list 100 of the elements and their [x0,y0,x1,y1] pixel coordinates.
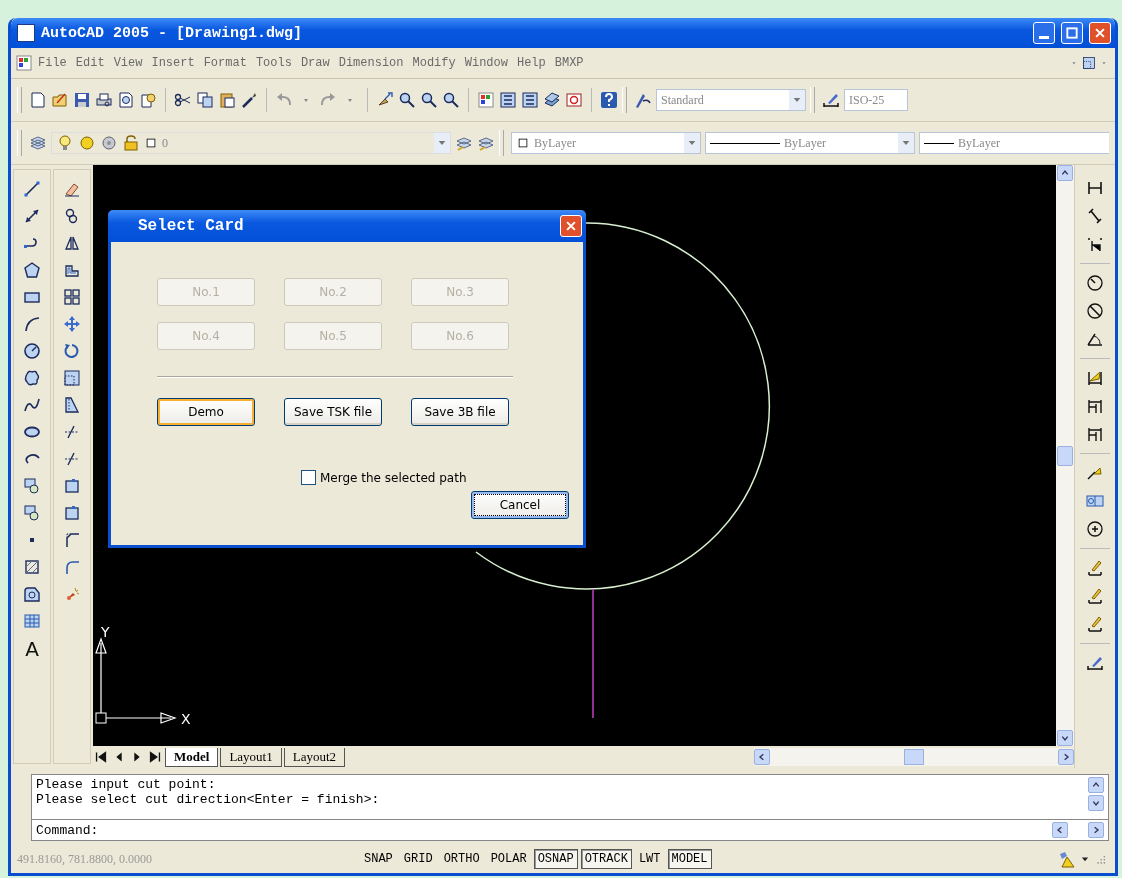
linear-dimension-icon[interactable] [1086,179,1104,197]
markup-icon[interactable] [565,91,583,109]
cloud-icon[interactable] [23,369,41,387]
zoom-icon[interactable] [398,91,416,109]
vertical-scrollbar[interactable] [1056,165,1074,746]
layers-icon[interactable] [29,134,47,152]
minimize-button[interactable] [1033,22,1055,44]
zoom-icon[interactable] [442,91,460,109]
new-file-icon[interactable] [29,91,47,109]
layout-tab[interactable]: Layout2 [283,747,346,767]
array-icon[interactable] [63,288,81,306]
grid-panel-icon[interactable] [499,91,517,109]
command-hscrollbar[interactable] [1052,822,1104,838]
status-toggle[interactable]: OSNAP [533,849,578,869]
printer-icon[interactable] [95,91,113,109]
line-icon[interactable] [23,180,41,198]
menu-item[interactable]: Tools [251,54,296,72]
command-prompt[interactable]: Command: [36,822,99,838]
brush-icon[interactable] [240,91,258,109]
fillet-icon[interactable] [63,558,81,576]
table-icon[interactable] [23,612,41,630]
continue-dimension-icon[interactable] [1086,425,1104,443]
quick-dimension-icon[interactable] [1086,369,1104,387]
text-tool[interactable]: A [25,639,39,659]
lineweight-dropdown[interactable]: ByLayer [919,132,1109,154]
dimension-style-dropdown[interactable]: ISO-25 [844,89,908,111]
color-dropdown[interactable]: ByLayer [511,132,701,154]
trim-icon[interactable] [63,423,81,441]
move-icon[interactable] [63,315,81,333]
extend-icon[interactable] [63,450,81,468]
break-icon[interactable] [63,477,81,495]
layout-tab[interactable]: Model [165,747,219,767]
menu-item[interactable]: Draw [296,54,334,72]
linetype-dropdown[interactable]: ByLayer [705,132,915,154]
action-button[interactable]: Save 3B file [411,398,509,426]
palette-icon[interactable] [521,91,539,109]
paste-icon[interactable] [218,91,236,109]
menu-item[interactable]: BMXP [550,54,588,72]
scroll-thumb[interactable] [1057,445,1073,466]
dimension-edit-icon[interactable] [1086,615,1104,633]
radius-dimension-icon[interactable] [1086,274,1104,292]
cancel-button[interactable]: Cancel [471,491,569,519]
zoom-icon[interactable] [420,91,438,109]
tolerance-icon[interactable] [1086,492,1104,510]
block-icon[interactable] [23,477,41,495]
region-icon[interactable] [23,585,41,603]
text-style-icon[interactable] [634,91,652,109]
menu-item[interactable]: Modify [408,54,460,72]
maximize-button[interactable] [1061,22,1083,44]
menu-item[interactable]: Format [199,54,251,72]
layout-tab[interactable]: Layout1 [220,747,282,767]
dimension-edit-icon[interactable] [1086,587,1104,605]
break-icon[interactable] [63,504,81,522]
app-menu-icon[interactable] [15,54,33,72]
first-tab-icon[interactable] [93,749,109,765]
arc-icon[interactable] [23,315,41,333]
spline-icon[interactable] [23,396,41,414]
publish-icon[interactable] [139,91,157,109]
checkbox[interactable] [301,470,316,485]
open-folder-icon[interactable] [51,91,69,109]
baseline-dimension-icon[interactable] [1086,397,1104,415]
rotate-icon[interactable] [63,342,81,360]
sheets-icon[interactable] [543,91,561,109]
scale-icon[interactable] [63,369,81,387]
mirror-icon[interactable] [63,234,81,252]
menu-item[interactable]: File [34,54,71,72]
status-toggle[interactable]: OTRACK [580,849,632,869]
menu-item[interactable]: Insert [147,54,199,72]
stretch-icon[interactable] [63,396,81,414]
center-mark-icon[interactable] [1086,520,1104,538]
close-button[interactable] [1089,22,1111,44]
help-icon[interactable] [600,91,618,109]
scroll-thumb[interactable] [904,749,924,765]
hatch-icon[interactable] [23,558,41,576]
menu-item[interactable]: Edit [71,54,109,72]
properties-icon[interactable] [477,91,495,109]
copy-icon[interactable] [196,91,214,109]
ordinate-dimension-icon[interactable] [1086,235,1104,253]
menu-item[interactable]: Help [512,54,550,72]
dimension-edit-icon[interactable] [1086,559,1104,577]
horizontal-scrollbar[interactable] [754,748,1074,766]
chamfer-icon[interactable] [63,531,81,549]
scissors-icon[interactable] [174,91,192,109]
menu-item[interactable]: Dimension [334,54,408,72]
double-arrow-line-icon[interactable] [23,207,41,225]
circle-icon[interactable] [23,342,41,360]
dimension-style-icon[interactable] [822,91,840,109]
layer-previous-icon[interactable] [455,134,473,152]
text-style-dropdown[interactable]: Standard [656,89,806,111]
menu-item[interactable]: View [109,54,147,72]
print-preview-icon[interactable] [117,91,135,109]
aligned-dimension-icon[interactable] [1086,207,1104,225]
menu-item[interactable]: Window [460,54,512,72]
layer-dropdown[interactable]: 0 [51,132,451,154]
pentagon-icon[interactable] [23,261,41,279]
dimension-style-icon[interactable] [1086,654,1104,672]
diameter-dimension-icon[interactable] [1086,302,1104,320]
block-icon[interactable] [23,504,41,522]
restore-icon[interactable] [1082,56,1096,70]
last-tab-icon[interactable] [147,749,163,765]
